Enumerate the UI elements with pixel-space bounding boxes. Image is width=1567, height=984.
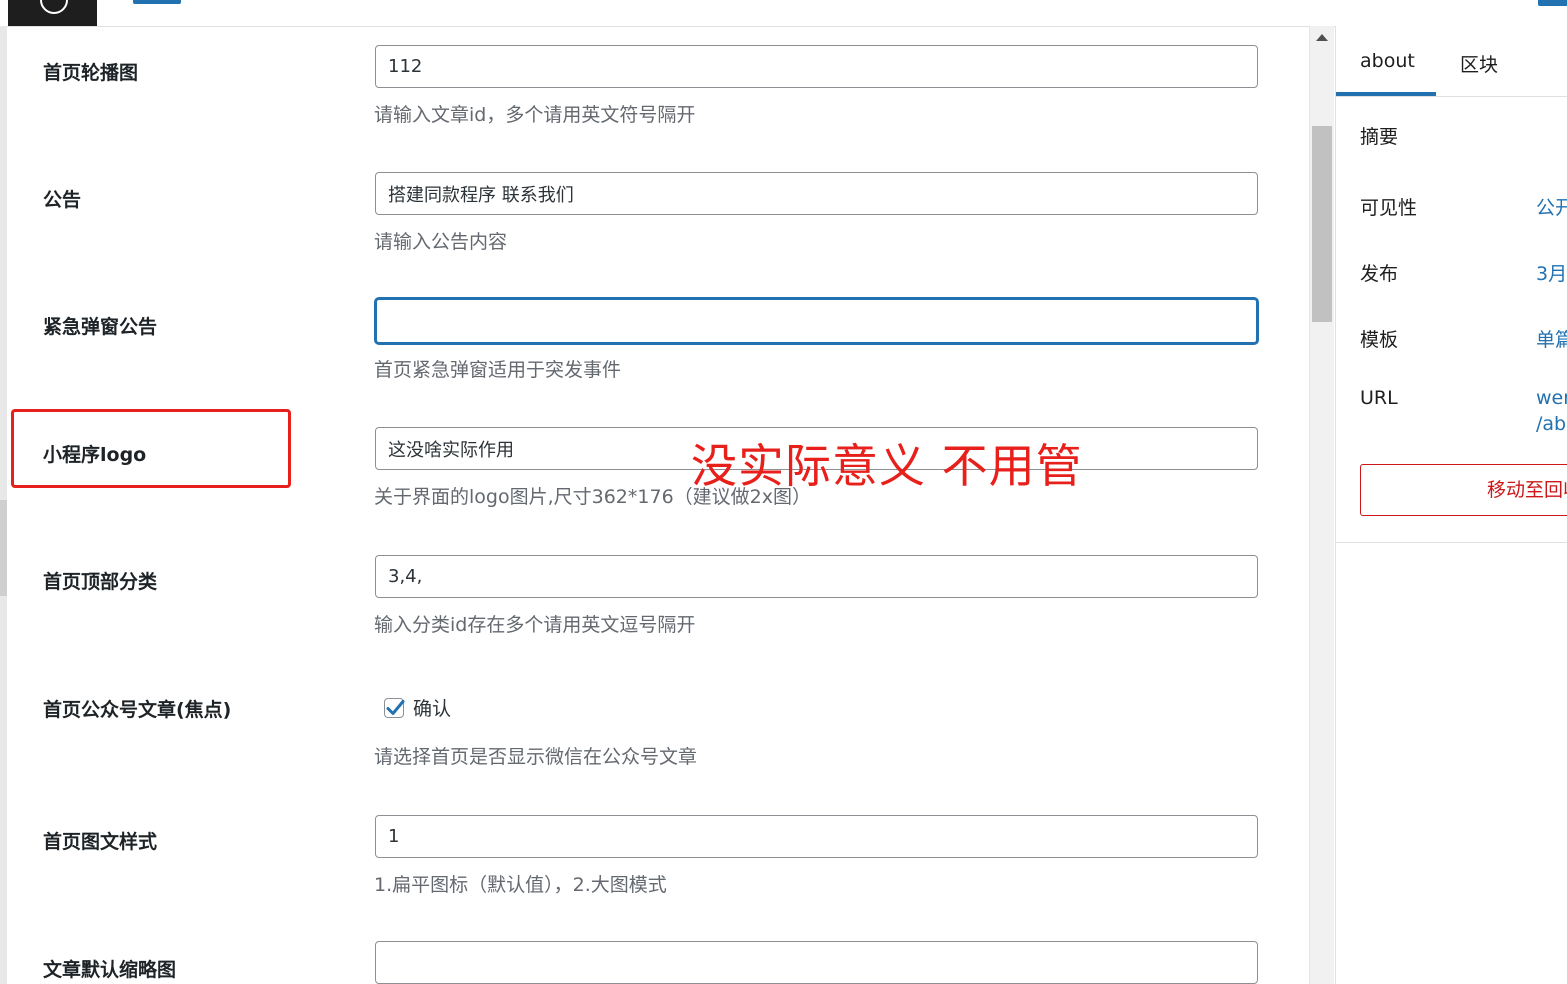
- active-tab-indicator: [1336, 92, 1436, 96]
- settings-sidebar: about 区块 摘要 可见性 公开 发布 3月 模板 单篇 URL wen /…: [1335, 26, 1567, 984]
- scroll-up-arrow-icon[interactable]: [1316, 34, 1328, 41]
- move-to-trash-button[interactable]: 移动至回收站: [1360, 464, 1567, 516]
- checkmark-icon: [386, 699, 405, 715]
- home-carousel-input[interactable]: [375, 45, 1258, 88]
- sidebar-divider: [1336, 542, 1567, 543]
- confirm-checkbox-wrap[interactable]: 确认: [384, 694, 451, 721]
- wordpress-logo-icon: [40, 0, 68, 14]
- scroll-thumb[interactable]: [1312, 126, 1332, 322]
- sidebar-item-excerpt[interactable]: 摘要: [1360, 122, 1398, 149]
- home-top-category-desc: 输入分类id存在多个请用英文逗号隔开: [374, 614, 696, 636]
- label-announcement: 公告: [43, 189, 82, 211]
- tab-about[interactable]: about: [1360, 50, 1415, 72]
- wordpress-logo-button[interactable]: [8, 0, 97, 26]
- official-account-desc: 请选择首页是否显示微信在公众号文章: [374, 746, 698, 768]
- announcement-desc: 请输入公告内容: [374, 231, 508, 253]
- label-home-carousel: 首页轮播图: [43, 62, 139, 84]
- home-top-category-input[interactable]: [375, 555, 1258, 598]
- sidebar-item-url-value-line2[interactable]: /abo: [1536, 413, 1567, 435]
- toolbar-button-left[interactable]: [133, 0, 181, 4]
- emergency-popup-desc: 首页紧急弹窗适用于突发事件: [374, 359, 622, 381]
- annotation-text: 没实际意义 不用管: [691, 439, 1083, 493]
- label-home-card-style: 首页图文样式: [43, 831, 158, 853]
- label-official-account-articles: 首页公众号文章(焦点): [43, 699, 232, 721]
- sidebar-item-publish-label: 发布: [1360, 263, 1399, 285]
- confirm-checkbox-label: 确认: [413, 698, 452, 720]
- sidebar-item-visibility-value[interactable]: 公开: [1536, 193, 1567, 220]
- home-card-style-input[interactable]: [375, 815, 1258, 858]
- emergency-popup-input[interactable]: [375, 298, 1258, 344]
- tab-block[interactable]: 区块: [1460, 50, 1498, 77]
- default-thumbnail-input[interactable]: [375, 941, 1258, 984]
- announcement-input[interactable]: [375, 172, 1258, 215]
- label-miniprogram-logo: 小程序logo: [43, 444, 147, 466]
- label-default-thumbnail: 文章默认缩略图: [43, 959, 177, 981]
- label-emergency-popup: 紧急弹窗公告: [43, 316, 158, 338]
- home-card-style-desc: 1.扁平图标（默认值），2.大图模式: [374, 874, 667, 896]
- home-carousel-desc: 请输入文章id，多个请用英文符号隔开: [374, 104, 696, 126]
- confirm-checkbox[interactable]: [384, 697, 405, 718]
- sidebar-tabs: about 区块: [1336, 26, 1567, 97]
- label-home-top-category: 首页顶部分类: [43, 571, 158, 593]
- sidebar-item-template-label: 模板: [1360, 329, 1399, 351]
- left-edge-handle: [0, 500, 7, 596]
- sidebar-item-visibility-label: 可见性: [1360, 197, 1418, 219]
- sidebar-item-template-value[interactable]: 单篇: [1536, 325, 1567, 352]
- sidebar-item-url-label: URL: [1360, 387, 1398, 409]
- sidebar-item-url-value[interactable]: wen: [1536, 387, 1567, 409]
- publish-button[interactable]: [1538, 0, 1567, 6]
- top-toolbar: [0, 0, 1567, 27]
- content-scrollbar[interactable]: [1309, 26, 1334, 984]
- sidebar-item-publish-value[interactable]: 3月: [1536, 259, 1567, 286]
